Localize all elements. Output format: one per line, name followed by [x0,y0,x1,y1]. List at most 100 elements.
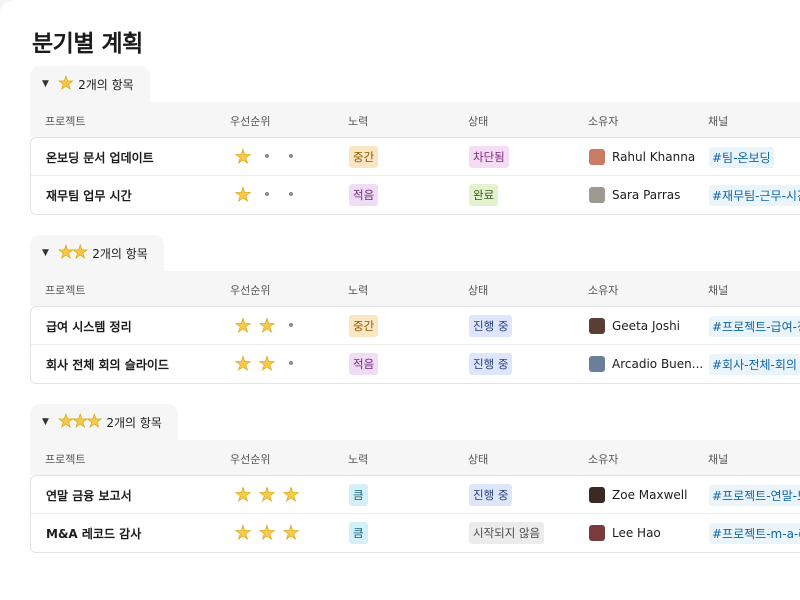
priority-rating[interactable]: ★ ★ • [231,307,303,345]
group-count-label: 2개의 항목 [92,246,148,261]
column-header-priority[interactable]: 우선순위 [230,451,270,467]
group-stars: ★ ★ [58,242,89,263]
project-name[interactable]: 급여 시스템 정리 [46,307,132,345]
status-cell[interactable]: 차단됨 [469,138,509,176]
owner-name: Rahul Khanna [612,150,696,164]
owner-name: Arcadio Buen... [612,357,704,371]
status-cell[interactable]: 진행 중 [469,476,513,514]
group-toggle[interactable]: ▼ ★ ★ 2개의 항목 [30,235,164,271]
effort-cell[interactable]: 큼 [349,514,368,552]
table-row[interactable]: 회사 전체 회의 슬라이드 ★ ★ • 적음 진행 중 Arcadio Buen... #회사… [31,345,800,383]
owner-cell[interactable]: Geeta Joshi [589,307,680,345]
effort-tag: 적음 [349,184,379,206]
column-header-project[interactable]: 프로젝트 [45,451,85,467]
effort-tag: 적음 [349,353,379,375]
table-row[interactable]: 급여 시스템 정리 ★ ★ • 중간 진행 중 Geeta Joshi #프로젝트-급여-정리 [31,307,800,345]
owner-cell[interactable]: Sara Parras [589,176,680,214]
project-name[interactable]: 온보딩 문서 업데이트 [46,138,154,176]
column-header-owner[interactable]: 소유자 [588,282,618,298]
star-icon: ★ [72,242,89,263]
star-icon: ★ [258,483,276,506]
star-icon: ★ [234,183,252,206]
column-header-channel[interactable]: 채널 [708,451,728,467]
project-name[interactable]: 재무팀 업무 시간 [46,176,132,214]
avatar [589,356,605,372]
column-header-channel[interactable]: 채널 [708,282,728,298]
column-header-project[interactable]: 프로젝트 [45,282,85,298]
empty-dot-icon: • [286,149,296,165]
effort-cell[interactable]: 적음 [349,176,379,214]
status-cell[interactable]: 완료 [469,176,499,214]
column-header-row: 프로젝트 우선순위 노력 상태 소유자 채널 [30,271,800,306]
group-table: 급여 시스템 정리★★•중간진행 중Geeta Joshi#프로젝트-급여-정리… [30,306,800,384]
caret-down-icon: ▼ [42,417,49,427]
column-header-status[interactable]: 상태 [468,113,488,129]
column-header-status[interactable]: 상태 [468,451,488,467]
effort-cell[interactable]: 중간 [349,138,379,176]
owner-cell[interactable]: Arcadio Buen... [589,345,703,383]
owner-cell[interactable]: Zoe Maxwell [589,476,687,514]
priority-rating[interactable]: ★ ★ • [231,345,303,383]
table-row[interactable]: 재무팀 업무 시간 ★ • • 적음 완료 Sara Parras #재무팀-근무-시간 [31,176,800,214]
status-cell[interactable]: 시작되지 않음 [469,514,545,552]
group-section: ▼ ★ 2개의 항목 프로젝트 우선순위 노력 상태 소유자 채널 온보딩 문서 업데이트 ★ • • 중… [30,66,800,215]
column-header-owner[interactable]: 소유자 [588,451,618,467]
channel-link[interactable]: #프로젝트-m-a-레코드 [709,514,800,552]
avatar [589,487,605,503]
priority-rating[interactable]: ★ • • [231,176,303,214]
column-header-owner[interactable]: 소유자 [588,113,618,129]
priority-rating[interactable]: ★ ★ ★ [231,514,303,552]
project-name[interactable]: 회사 전체 회의 슬라이드 [46,345,169,383]
avatar [589,187,605,203]
status-cell[interactable]: 진행 중 [469,345,513,383]
column-header-priority[interactable]: 우선순위 [230,113,270,129]
effort-cell[interactable]: 적음 [349,345,379,383]
effort-tag: 중간 [349,315,379,337]
status-cell[interactable]: 진행 중 [469,307,513,345]
status-tag: 진행 중 [469,315,513,337]
table-row[interactable]: 온보딩 문서 업데이트 ★ • • 중간 차단됨 Rahul Khanna #팀-온보딩 [31,138,800,176]
group-stars: ★ ★ ★ [58,411,103,432]
group-toggle[interactable]: ▼ ★ ★ ★ 2개의 항목 [30,404,178,440]
column-header-status[interactable]: 상태 [468,282,488,298]
channel-link[interactable]: #팀-온보딩 [709,138,774,176]
channel-link[interactable]: #프로젝트-연말-보고서 [709,476,800,514]
avatar [589,525,605,541]
column-header-project[interactable]: 프로젝트 [45,113,85,129]
star-icon: ★ [234,521,252,544]
owner-name: Sara Parras [612,188,681,202]
status-tag: 차단됨 [469,146,509,168]
priority-rating[interactable]: ★ ★ ★ [231,476,303,514]
table-row[interactable]: M&A 레코드 감사 ★ ★ ★ 큼 시작되지 않음 Lee Hao #프로젝트-m-a-레코… [31,514,800,552]
star-icon: ★ [57,73,75,94]
group-table: 온보딩 문서 업데이트 ★ • • 중간 차단됨 Rahul Khanna #팀-온보딩 재무팀… [30,137,800,215]
empty-dot-icon: • [262,149,272,165]
empty-dot-icon: • [286,318,296,334]
effort-cell[interactable]: 큼 [349,476,368,514]
column-header-effort[interactable]: 노력 [348,282,368,298]
owner-name: Geeta Joshi [612,319,681,333]
star-icon: ★ [258,521,276,544]
caret-down-icon: ▼ [42,248,49,258]
column-header-effort[interactable]: 노력 [348,113,368,129]
channel-name: #프로젝트-m-a-레코드 [709,522,800,544]
group-table: 연말 금융 보고서 ★ ★ ★ 큼 진행 중 Zoe Maxwell #프로젝트-연말-보고서… [30,475,800,553]
priority-rating[interactable]: ★ • • [231,138,303,176]
group-section: ▼ ★ ★ 2개의 항목 프로젝트 우선순위 노력 상태 소유자 채널 급여 시스템 정리 ★ ★ • 중간… [30,235,800,384]
group-toggle[interactable]: ▼ ★ 2개의 항목 [30,66,150,102]
column-header-priority[interactable]: 우선순위 [230,282,270,298]
column-header-effort[interactable]: 노력 [348,451,368,467]
column-header-channel[interactable]: 채널 [708,113,728,129]
effort-cell[interactable]: 중간 [349,307,379,345]
project-name[interactable]: 연말 금융 보고서 [46,476,132,514]
owner-cell[interactable]: Rahul Khanna [589,138,695,176]
channel-link[interactable]: #재무팀-근무-시간 [709,176,800,214]
project-name[interactable]: M&A 레코드 감사 [46,514,141,552]
table-row[interactable]: 연말 금융 보고서 ★ ★ ★ 큼 진행 중 Zoe Maxwell #프로젝트-연말-보고서 [31,476,800,514]
channel-link[interactable]: #회사-전체-회의 [709,345,800,383]
channel-link[interactable]: #프로젝트-급여-정리 [709,307,800,345]
channel-name: #팀-온보딩 [709,146,774,168]
star-icon: ★ [86,411,103,432]
star-icon: ★ [258,352,276,375]
owner-cell[interactable]: Lee Hao [589,514,661,552]
